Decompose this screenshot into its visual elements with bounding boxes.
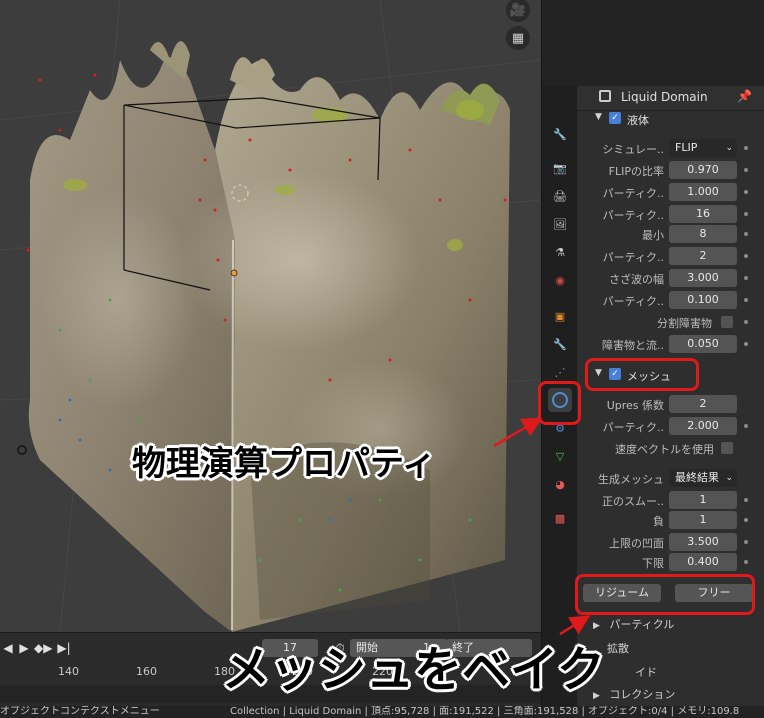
annotation-arrows [493,417,591,636]
bake-mesh-annotation: メッシュをベイク [222,642,606,698]
arrow-to-physics-tab [493,417,543,448]
physics-properties-annotation: 物理演算プロパティ [132,444,436,484]
